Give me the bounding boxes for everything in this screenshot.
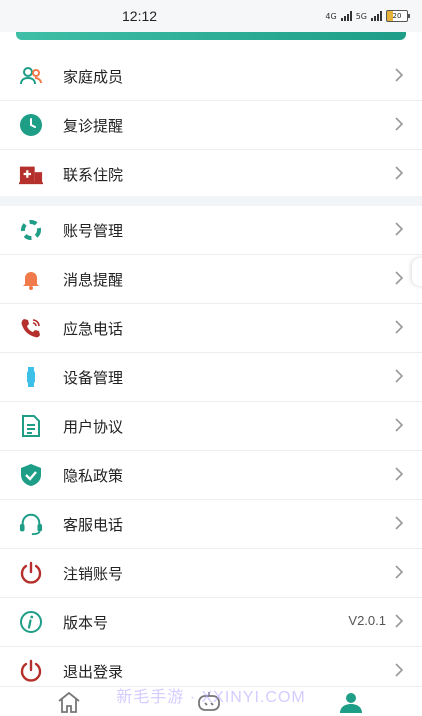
document-icon: [19, 414, 43, 438]
chevron-right-icon: [395, 117, 404, 131]
family-members-icon: [19, 64, 43, 88]
menu-item-version[interactable]: 版本号 V2.0.1: [0, 598, 422, 647]
menu-item-label: 用户协议: [63, 418, 124, 436]
menu-item-label: 注销账号: [63, 565, 124, 583]
power-icon: [19, 561, 43, 585]
account-ring-icon: [19, 218, 43, 242]
chevron-right-icon: [395, 565, 404, 579]
chevron-right-icon: [395, 369, 404, 383]
chevron-right-icon: [395, 663, 404, 677]
menu-item-label: 退出登录: [63, 663, 124, 681]
clock-icon: [19, 113, 43, 137]
status-bar: 12:12 4G 5G 20: [0, 0, 422, 32]
phone-call-icon: [19, 316, 43, 340]
info-icon: [19, 610, 43, 634]
signal-label-1: 4G: [325, 11, 337, 21]
menu-item-service[interactable]: 客服电话: [0, 500, 422, 549]
menu-item-emergency[interactable]: 应急电话: [0, 304, 422, 353]
version-value: V2.0.1: [348, 613, 386, 628]
profile-card-edge: [16, 32, 406, 40]
menu-item-privacy[interactable]: 隐私政策: [0, 451, 422, 500]
section-divider: [0, 196, 422, 206]
menu-item-account[interactable]: 账号管理: [0, 206, 422, 255]
menu-item-message[interactable]: 消息提醒: [0, 255, 422, 304]
chevron-right-icon: [395, 166, 404, 180]
menu-item-followup[interactable]: 复诊提醒: [0, 101, 422, 150]
signal-icon-2: [371, 11, 382, 21]
menu-item-label: 家庭成员: [63, 68, 124, 86]
menu-item-device[interactable]: 设备管理: [0, 353, 422, 402]
menu-item-deregister[interactable]: 注销账号: [0, 549, 422, 598]
menu-item-label: 联系住院: [63, 166, 124, 184]
watch-icon: [19, 365, 43, 389]
headset-icon: [19, 512, 43, 536]
power-icon: [19, 659, 43, 683]
chevron-right-icon: [395, 418, 404, 432]
floating-edge-tab[interactable]: [412, 258, 422, 286]
bell-icon: [19, 267, 43, 291]
menu-item-label: 客服电话: [63, 516, 124, 534]
chevron-right-icon: [395, 516, 404, 530]
signal-icon: [340, 11, 352, 21]
menu-item-label: 版本号: [63, 614, 109, 632]
settings-group-2: 账号管理 消息提醒 应急电话 设备管理 用户协议 隐私政策 客服电话 注销账号 …: [0, 206, 422, 695]
settings-group-1: 家庭成员 复诊提醒 联系住院: [0, 52, 422, 198]
menu-item-family[interactable]: 家庭成员: [0, 52, 422, 101]
hospital-icon: [19, 162, 43, 186]
menu-item-label: 消息提醒: [63, 271, 124, 289]
status-time: 12:12: [122, 8, 158, 24]
menu-item-agreement[interactable]: 用户协议: [0, 402, 422, 451]
signal-label-2: 5G: [355, 11, 367, 21]
watermark-text: 新毛手游 · XXINYI.COM: [116, 689, 306, 706]
menu-item-label: 应急电话: [63, 320, 124, 338]
menu-item-hospital[interactable]: 联系住院: [0, 150, 422, 198]
menu-item-label: 账号管理: [63, 222, 124, 240]
chevron-right-icon: [395, 467, 404, 481]
chevron-right-icon: [395, 68, 404, 82]
menu-item-label: 隐私政策: [63, 467, 124, 485]
shield-check-icon: [19, 463, 43, 487]
menu-item-label: 设备管理: [63, 369, 124, 387]
battery-icon: 20: [386, 10, 410, 22]
status-icons: 4G 5G 20: [325, 10, 410, 22]
menu-item-label: 复诊提醒: [63, 117, 124, 135]
chevron-right-icon: [395, 271, 404, 285]
chevron-right-icon: [395, 614, 404, 628]
chevron-right-icon: [395, 320, 404, 334]
chevron-right-icon: [395, 222, 404, 236]
